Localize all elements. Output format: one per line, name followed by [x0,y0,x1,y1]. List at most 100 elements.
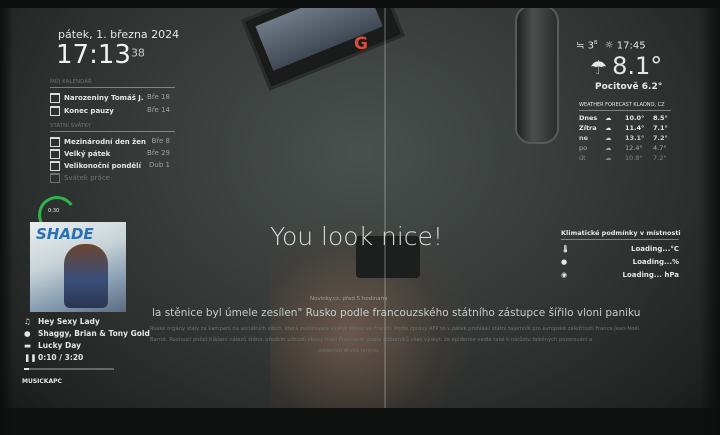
holidays-header: STÁTNÍ SVÁTKY [50,123,91,129]
list-item: Konec pauzy Bře 14 [50,106,170,116]
news-body-line-1: Ruské orgány stály za kampaní na sociáln… [150,326,640,332]
table-row: po ☁ 12.4° 4.7° [579,143,684,153]
list-item: ● Shaggy, Brian & Tony Gold [24,328,150,340]
music-info: ♫ Hey Sexy Lady ● Shaggy, Brian & Tony Gol… [24,316,150,364]
wind-unit: B [593,40,598,46]
list-item: 🌡 Loading...°C [561,243,679,256]
event-name: Velikonoční pondělí [50,161,141,171]
table-row: ne ☁ 13.1° 7.2° [579,133,684,143]
laptop-reflection [241,0,405,91]
news-body-line-2: Barrot. Rostoucí počet hlášení nálezů št… [150,337,593,343]
forecast-day: út [579,154,586,162]
list-item: Mezinárodní den žen Bře 8 [50,137,170,147]
droplet-icon: ● [561,258,568,266]
person-icon: ● [24,329,31,338]
door-handle-reflection [515,5,559,144]
list-item: Velký pátek Bře 29 [50,149,170,159]
clock-time: 17:1338 [56,40,145,70]
event-name: Konec pauzy [50,106,114,116]
forecast-day: Zítra [579,124,597,132]
list-item: ❚❚0:10 / 3:20 [24,353,84,362]
timer-label: 0:30 [48,208,60,214]
calendar-icon [50,137,60,147]
calendar-icon [50,106,60,116]
forecast-day: po [579,144,588,152]
forecast-icon: ☁ [605,144,612,152]
indoor-list: 🌡 Loading...°C ● Loading...% ◉ Loading... h… [561,243,679,282]
song-artist: Shaggy, Brian & Tony Gold [38,329,150,338]
holidays-list: Mezinárodní den žen Bře 8 Velký pátek Bř… [50,137,170,183]
feels-like: Pocitově 6.2° [595,82,663,92]
news-headline: la stěnice byl úmele zesílen" Rusko podl… [152,307,641,319]
forecast-max: 11.4° [625,124,645,132]
event-name: Svátek práce [50,173,110,183]
frame-top [0,0,720,8]
calendar-icon [50,173,60,183]
event-date: Bře 8 [151,137,170,145]
forecast-min: 7.1° [653,124,668,132]
calendar-header: MŮJ KALENDÁŘ [50,79,92,85]
news-source: Novinky.cz, před 5 hodinami [310,296,388,302]
music-progress-fill [24,368,29,370]
list-item: ♫ Hey Sexy Lady [24,316,150,328]
forecast-min: 7.2° [653,134,668,142]
frame-bottom [0,408,720,435]
list-item: Svátek práce [50,173,170,183]
current-temp: 8.1° [612,52,663,80]
forecast-min: 8.5° [653,114,668,122]
weather-now: ☂ 8.1° [590,52,662,80]
clock-hours-minutes: 17:13 [56,40,131,70]
album-art: SHADE [30,222,126,312]
forecast-min: 7.2° [653,154,667,162]
calendar-list: Narozeniny Tomáš J. Bře 18 Konec pauzy B… [50,93,170,116]
forecast-icon: ☁ [605,114,612,122]
event-date: Bře 14 [147,106,170,114]
album-art-title: SHADE [36,225,94,243]
list-item: ▬ Lucky Day [24,340,150,352]
google-logo: G [354,34,368,54]
holidays-rule [50,131,175,132]
forecast-day: ne [579,134,589,142]
sunset-time: 17:45 [616,40,646,52]
forecast-max: 12.4° [625,144,643,152]
clock-seconds: 38 [130,46,145,60]
frame-right [700,0,720,435]
indoor-rule [561,239,679,240]
indoor-humidity: Loading...% [632,258,679,266]
event-date: Bře 29 [147,149,170,157]
forecast-icon: ☁ [605,154,612,162]
music-note-icon: ♫ [24,317,31,326]
list-item: ● Loading...% [561,256,679,269]
thermometer-icon: 🌡 [561,245,570,253]
forecast-rule [579,110,671,111]
calendar-icon [50,93,60,103]
album-art-figure [64,244,108,308]
forecast-header: WEATHER FORECAST KLADNO, CZ [579,102,665,108]
indoor-pressure: Loading... hPa [622,271,679,279]
weather-top-row: ≒ 3B ☼ 17:45 [576,40,646,51]
mirror-screen: G pátek, 1. března 2024 17:1338 MŮJ KALE… [0,0,720,435]
forecast-table: Dnes ☁ 10.0° 8.5° Zítra ☁ 11.4° 7.1° ne ☁ 13.1° 7… [579,113,684,163]
calendar-icon [50,149,60,159]
compliment-text: You look nice! [270,222,443,251]
event-name: Mezinárodní den žen [50,137,146,147]
folder-icon: ▬ [24,341,32,350]
wind-icon: ≒ [576,40,585,52]
song-album: Lucky Day [38,341,81,350]
calendar-icon [50,161,60,171]
table-row: Dnes ☁ 10.0° 8.5° [579,113,684,123]
indoor-header: Klimatické podmínky v místnosti [561,229,681,237]
calendar-rule [50,87,175,88]
event-name: Velký pátek [50,149,110,159]
forecast-max: 10.8° [625,154,643,162]
forecast-icon: ☁ [605,124,612,132]
song-duration: 3:20 [64,353,84,362]
indoor-temp: Loading...°C [630,245,679,253]
news-body-line-3: ostatních druhů hmyzu. [318,348,380,354]
table-row: út ☁ 10.8° 7.2° [579,153,684,163]
forecast-icon: ☁ [605,134,612,142]
forecast-min: 4.7° [653,144,667,152]
sunset-icon: ☼ [604,40,614,52]
event-date: Dub 1 [149,161,170,169]
forecast-day: Dnes [579,114,598,122]
